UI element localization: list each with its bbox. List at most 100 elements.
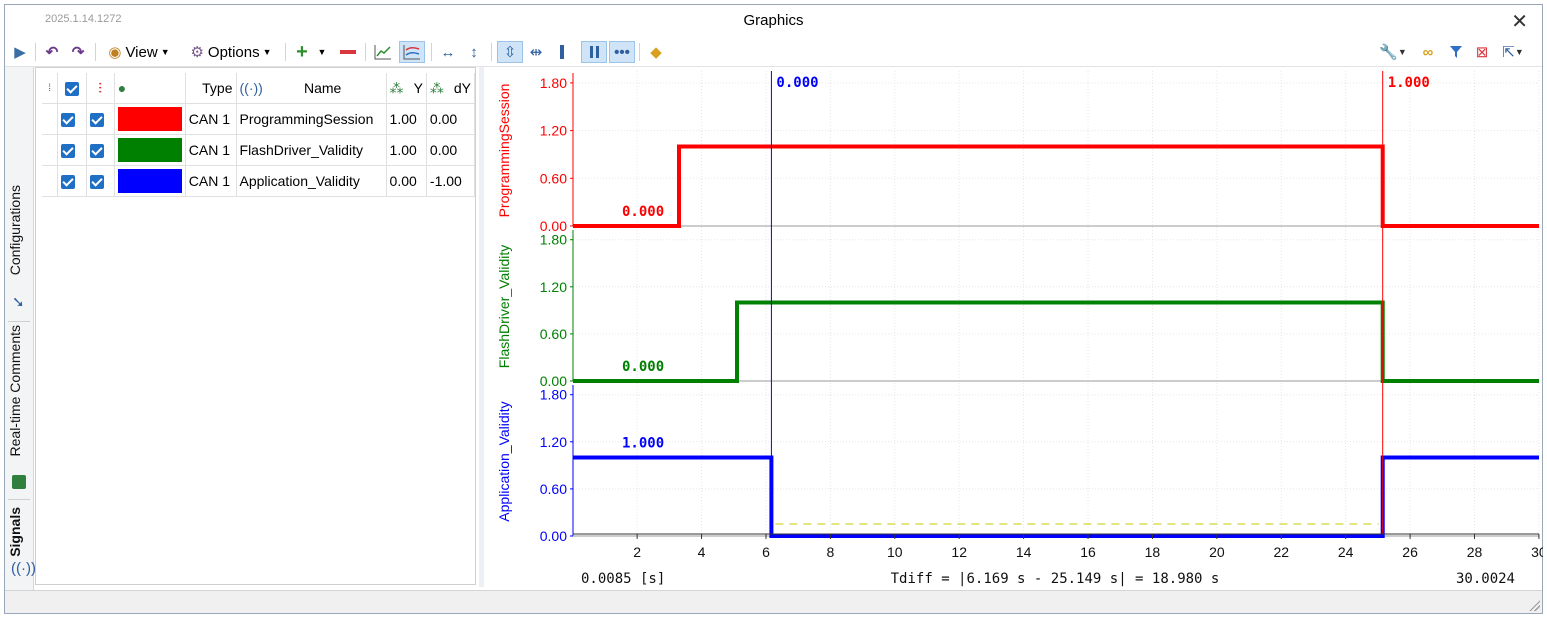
y-tick-label: 1.80 <box>540 387 567 403</box>
row-spacer <box>42 134 59 166</box>
y-tick-label: 0.60 <box>540 481 567 497</box>
x-tick-label: 12 <box>951 544 967 560</box>
export-icon[interactable]: ⇱ ▼ <box>1497 41 1529 63</box>
toolbar-separator <box>365 43 366 61</box>
name-column-header[interactable]: ((·)) Name <box>236 73 387 104</box>
series-line <box>573 144 1539 228</box>
wrench-icon[interactable]: 🔧 ▼ <box>1377 41 1409 63</box>
x-tick-label: 10 <box>887 544 903 560</box>
filter-icon[interactable] <box>1445 41 1467 63</box>
undo-icon[interactable]: ↶ <box>41 41 63 63</box>
y-tick-label: 1.80 <box>540 75 567 91</box>
color-column-icon[interactable]: ● <box>114 73 186 104</box>
x-tick-label: 18 <box>1145 544 1161 560</box>
tab-divider <box>8 321 30 322</box>
signal-type: CAN 1 <box>185 165 237 197</box>
more-icon[interactable]: ••• <box>609 41 635 63</box>
row-grip-icon: ⁞ <box>42 73 59 104</box>
signal-axis-checkbox[interactable] <box>86 165 115 197</box>
difference-cursor-icon[interactable]: ⇹ <box>525 41 547 63</box>
signal-dy-value: 0.00 <box>426 103 476 135</box>
signal-list-panel: ⁞ ⫶ ● Type ((·)) Name ⁂ Y ⁂ dY CAN 1 Pro… <box>35 67 476 585</box>
title-bar: 2025.1.14.1272 Graphics ✕ <box>5 5 1542 37</box>
check-icon <box>61 144 76 159</box>
options-menu-button[interactable]: ⚙ Options ▼ <box>183 41 279 63</box>
clear-window-icon[interactable]: ⊠ <box>1471 41 1493 63</box>
signal-row[interactable]: CAN 1 FlashDriver_Validity 1.00 0.00 <box>42 134 476 166</box>
tab-signals[interactable]: Signals <box>7 507 23 557</box>
signal-color-swatch <box>117 107 182 131</box>
y-tick-label: 0.60 <box>540 170 567 186</box>
pause-icon[interactable] <box>581 41 607 63</box>
panel-splitter[interactable] <box>479 67 484 587</box>
options-menu-label: Options <box>207 43 260 61</box>
fit-horizontal-icon[interactable]: ↔ <box>437 41 459 63</box>
type-header-label: Type <box>202 80 233 96</box>
signal-name: FlashDriver_Validity <box>236 134 387 166</box>
signal-y-value: 1.00 <box>386 103 427 135</box>
vertical-marker-icon[interactable] <box>551 41 573 63</box>
y-axis-icon: ⁂ <box>389 79 404 96</box>
signal-icon: ((·)) <box>239 80 263 96</box>
link-icon[interactable]: ∞ <box>1417 41 1439 63</box>
measurement-cursor-icon[interactable]: ⇳ <box>497 41 523 63</box>
signal-color-cell[interactable] <box>114 134 186 166</box>
check-icon <box>89 175 104 190</box>
visible-all-checkbox[interactable] <box>57 73 87 104</box>
signal-axis-checkbox[interactable] <box>86 134 115 166</box>
tab-realtime-comments[interactable]: Real-time Comments <box>7 325 23 456</box>
signal-axis-checkbox[interactable] <box>86 103 115 135</box>
chevron-down-icon[interactable]: ▼ <box>315 41 329 63</box>
y-column-header[interactable]: ⁂ Y <box>386 73 427 104</box>
redo-icon[interactable]: ↷ <box>67 41 89 63</box>
check-icon <box>61 113 76 128</box>
signal-chart[interactable]: 1.80 1.20 0.60 0.00 ProgrammingSession 0.000 1… <box>487 67 1543 591</box>
y-tick-label: 1.20 <box>540 279 567 295</box>
fit-vertical-icon[interactable]: ↕ <box>463 41 485 63</box>
axis-column-icon[interactable]: ⫶ <box>86 73 115 104</box>
signal-dy-value: 0.00 <box>426 134 476 166</box>
dy-header-label: dY <box>453 79 471 96</box>
toolbar-separator <box>431 43 432 61</box>
signal-row[interactable]: CAN 1 ProgrammingSession 1.00 0.00 <box>42 103 476 135</box>
check-icon <box>64 82 79 97</box>
resize-grip-icon[interactable] <box>1528 599 1540 611</box>
x-tick-label: 22 <box>1273 544 1289 560</box>
add-signal-icon[interactable]: + <box>291 41 313 63</box>
signal-visible-checkbox[interactable] <box>57 103 87 135</box>
check-icon <box>89 113 104 128</box>
signal-color-cell[interactable] <box>114 165 186 197</box>
toolbar-separator <box>285 43 286 61</box>
signal-color-cell[interactable] <box>114 103 186 135</box>
line-chart-icon[interactable] <box>371 41 395 63</box>
x-tick-label: 6 <box>762 544 770 560</box>
toolbar-separator <box>639 43 640 61</box>
x-tick-label: 4 <box>698 544 706 560</box>
series-line <box>573 300 1539 383</box>
signal-type: CAN 1 <box>185 134 237 166</box>
check-icon <box>61 175 76 190</box>
type-column-header[interactable]: Type <box>185 73 237 104</box>
dy-column-header[interactable]: ⁂ dY <box>426 73 476 104</box>
chevron-down-icon: ▼ <box>160 47 170 57</box>
signal-row[interactable]: CAN 1 Application_Validity 0.00 -1.00 <box>42 165 476 197</box>
eraser-icon[interactable]: ◆ <box>645 41 667 63</box>
y-axis-title: FlashDriver_Validity <box>496 245 512 368</box>
signal-visible-checkbox[interactable] <box>57 134 87 166</box>
close-icon[interactable]: ✕ <box>1511 9 1528 34</box>
remove-signal-icon[interactable] <box>337 41 359 63</box>
multi-axis-icon[interactable] <box>399 41 425 63</box>
signal-visible-checkbox[interactable] <box>57 165 87 197</box>
chevron-down-icon: ▼ <box>262 47 272 57</box>
y-tick-label: 0.60 <box>540 326 567 342</box>
play-icon[interactable]: ▶ <box>9 41 31 63</box>
line-chart-glyph <box>374 45 391 60</box>
signal-type: CAN 1 <box>185 103 237 135</box>
configurations-icon: ➘ <box>12 294 25 311</box>
name-header-label: Name <box>304 80 342 96</box>
signals-icon: ((·)) <box>11 560 36 577</box>
tab-configurations[interactable]: Configurations <box>7 185 23 275</box>
y-axis-title: ProgrammingSession <box>496 84 512 218</box>
view-menu-button[interactable]: ◉ View ▼ <box>101 41 177 63</box>
status-bar <box>5 590 1542 613</box>
